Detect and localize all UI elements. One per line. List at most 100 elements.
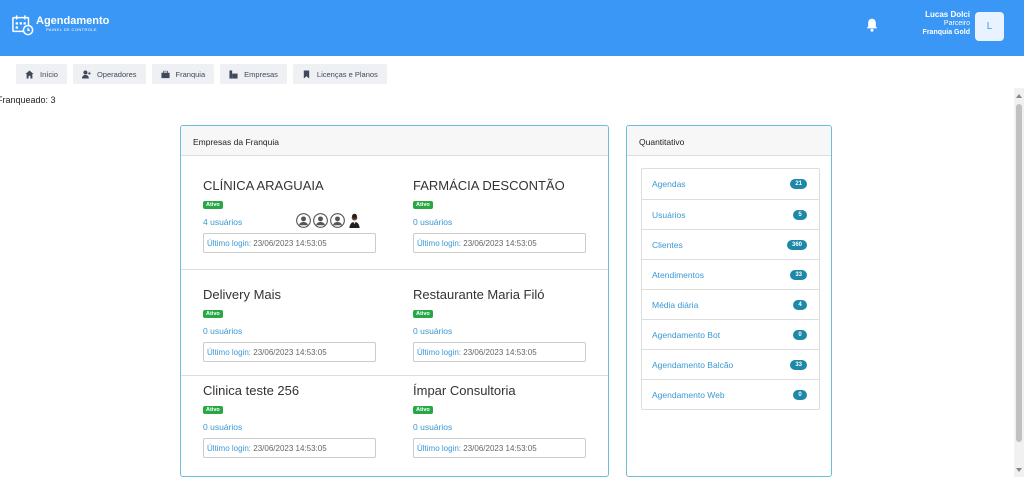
stat-label: Agendas [652,179,686,189]
company-card[interactable]: Ímpar Consultoria Ativo 0 usuários Últim… [413,383,586,458]
user-avatar-icon[interactable] [313,213,328,228]
company-name[interactable]: Restaurante Maria Filó [413,287,586,302]
last-login-value: 23/06/2023 14:53:05 [253,239,327,248]
scroll-thumb[interactable] [1016,104,1022,442]
nav-licencas-button[interactable]: Licenças e Planos [292,64,387,84]
user-avatar-icon[interactable] [330,213,345,228]
last-login-value: 23/06/2023 14:53:05 [463,239,537,248]
empresas-panel: Empresas da Franquia CLÍNICA ARAGUAIA At… [180,125,609,477]
company-name[interactable]: CLÍNICA ARAGUAIA [203,178,376,193]
user-plan: Franquia Gold [922,29,970,36]
nav-inicio-button[interactable]: Início [16,64,67,84]
company-users[interactable]: 0 usuários [413,217,452,227]
stat-count-badge: 4 [793,299,807,310]
user-plus-icon [81,70,91,79]
stat-label: Agendamento Web [652,389,725,400]
company-users[interactable]: 0 usuários [203,326,242,336]
empresas-panel-title: Empresas da Franquia [181,126,608,156]
last-login-value: 23/06/2023 14:53:05 [463,348,537,357]
scroll-down-arrow-icon[interactable] [1016,468,1022,472]
nav-operadores-label: Operadores [96,69,137,79]
user-name: Lucas Dolci [925,10,970,19]
stat-item-atendimentos[interactable]: Atendimentos 33 [642,259,819,289]
row-divider [181,375,608,376]
page-scrollbar[interactable] [1014,88,1024,477]
stat-count-badge: 360 [786,239,807,250]
quantitativo-panel: Quantitativo Agendas 21 Usuários 5 Cliente… [626,125,832,477]
status-badge: Ativo [413,201,433,209]
stat-label: Atendimentos [652,269,704,280]
company-name[interactable]: Clinica teste 256 [203,383,376,398]
user-avatar[interactable]: L [975,12,1004,41]
briefcase-icon [160,70,170,78]
status-badge: Ativo [413,310,433,318]
company-name[interactable]: FARMÁCIA DESCONTÃO [413,178,586,193]
last-login-label: Último login: [417,348,462,357]
building-icon [229,69,238,79]
company-card[interactable]: Delivery Mais Ativo 0 usuários Último lo… [203,287,376,362]
brand-subtitle: PAINEL DE CONTROLE [46,27,97,32]
last-login-value: 23/06/2023 14:53:05 [463,444,537,453]
last-login-box: Último login: 23/06/2023 14:53:05 [413,233,586,253]
stat-item-agendamento-web[interactable]: Agendamento Web 0 [642,379,819,409]
row-divider [181,269,608,270]
stat-item-agendamento-balcao[interactable]: Agendamento Balcão 33 [642,349,819,379]
last-login-label: Último login: [207,444,252,453]
company-users[interactable]: 0 usuários [413,422,452,432]
brand[interactable]: Agendamento PAINEL DE CONTROLE [36,15,109,33]
company-name[interactable]: Delivery Mais [203,287,376,302]
stat-label: Agendamento Balcão [652,359,734,370]
company-users[interactable]: 0 usuários [413,326,452,336]
user-photo-avatar[interactable] [347,213,362,228]
user-avatar-icon[interactable] [296,213,311,228]
status-badge: Ativo [203,406,223,414]
stat-item-agendamento-bot[interactable]: Agendamento Bot 0 [642,319,819,349]
brand-title: Agendamento [36,15,110,27]
stat-count-badge: 5 [793,209,807,220]
stat-label: Clientes [652,239,683,250]
stat-label: Usuários [652,209,686,220]
nav-inicio-label: Início [40,69,58,79]
stat-item-media-diaria[interactable]: Média diária 4 [642,289,819,319]
last-login-label: Último login: [417,444,462,453]
last-login-value: 23/06/2023 14:53:05 [253,444,327,453]
bell-icon[interactable] [866,18,878,32]
stat-item-clientes[interactable]: Clientes 360 [642,229,819,259]
stat-label: Média diária [652,299,699,310]
last-login-label: Último login: [207,239,252,248]
scroll-up-arrow-icon[interactable] [1016,94,1022,98]
company-card[interactable]: Clinica teste 256 Ativo 0 usuários Últim… [203,383,376,458]
franqueado-count-text: Franqueado: 3 [0,95,56,105]
last-login-label: Último login: [417,239,462,248]
stat-item-usuarios[interactable]: Usuários 5 [642,199,819,229]
stat-count-badge: 33 [790,269,807,280]
stat-list: Agendas 21 Usuários 5 Clientes 360 Atendime… [641,168,820,410]
nav-empresas-button[interactable]: Empresas [220,64,287,84]
last-login-box: Último login: 23/06/2023 14:53:05 [203,342,376,362]
company-card[interactable]: Restaurante Maria Filó Ativo 0 usuários … [413,287,586,362]
nav-franquia-label: Franquia [175,69,206,79]
stat-count-badge: 21 [790,179,807,189]
user-avatars [296,213,362,228]
company-name[interactable]: Ímpar Consultoria [413,383,586,398]
nav-bar: Início Operadores Franquia Empresas Lice… [16,64,387,84]
calendar-logo-icon [12,15,34,36]
company-card[interactable]: FARMÁCIA DESCONTÃO Ativo 0 usuários Últi… [413,178,586,253]
stat-label: Agendamento Bot [652,329,721,340]
company-users[interactable]: 0 usuários [203,422,242,432]
quantitativo-panel-title: Quantitativo [627,126,831,156]
user-info[interactable]: Lucas Dolci Parceiro Franquia Gold [923,10,970,37]
nav-franquia-button[interactable]: Franquia [151,64,215,84]
last-login-box: Último login: 23/06/2023 14:53:05 [203,233,376,253]
last-login-label: Último login: [207,348,252,357]
home-icon [25,69,34,79]
last-login-box: Último login: 23/06/2023 14:53:05 [413,438,586,458]
stat-count-badge: 0 [793,329,807,340]
nav-empresas-label: Empresas [244,69,278,79]
company-users[interactable]: 4 usuários [203,217,242,227]
last-login-box: Último login: 23/06/2023 14:53:05 [413,342,586,362]
status-badge: Ativo [413,406,433,414]
company-card[interactable]: CLÍNICA ARAGUAIA Ativo 4 usuários Último… [203,178,376,253]
nav-operadores-button[interactable]: Operadores [72,64,146,84]
stat-item-agendas[interactable]: Agendas 21 [642,169,819,199]
